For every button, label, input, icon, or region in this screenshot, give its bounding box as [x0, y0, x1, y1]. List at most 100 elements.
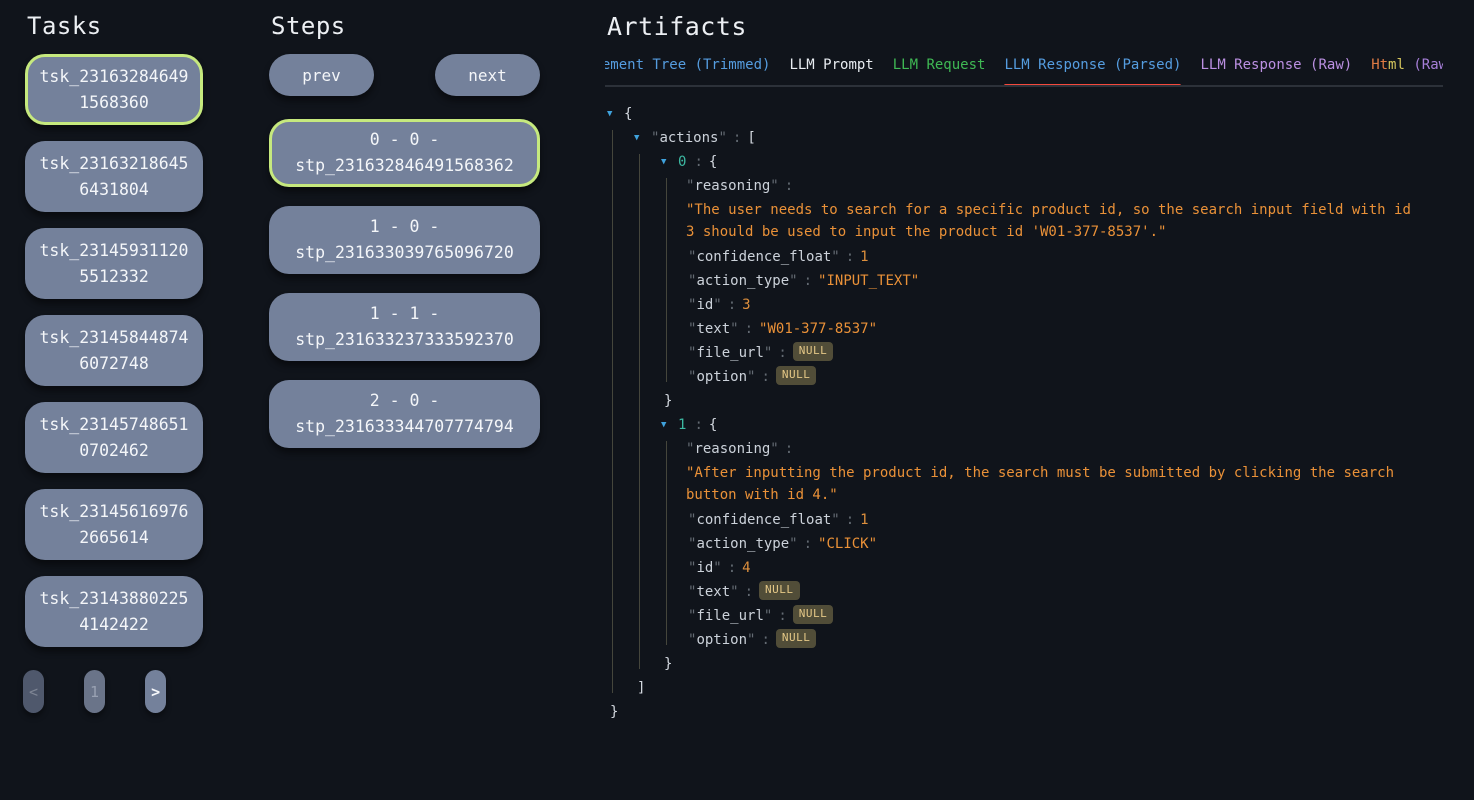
json-string-value: INPUT_TEXT [826, 271, 910, 291]
task-button[interactable]: tsk_231457486510702462 [25, 402, 203, 473]
collapse-toggle-icon[interactable]: ▼ [661, 415, 678, 435]
step-id: stp_231633237333592370 [295, 327, 514, 353]
json-children: ▼"actions":[ ▼0:{ "reasoning": "The user ne… [605, 128, 1443, 698]
artifacts-tabbar: Element Tree (Trimmed) LLM Prompt LLM Requ… [605, 57, 1443, 87]
json-string-value: CLICK [826, 534, 868, 554]
task-button[interactable]: tsk_231438802254142422 [25, 576, 203, 647]
tab-llm-request[interactable]: LLM Request [893, 57, 986, 85]
json-row: "file_url":NULL [686, 343, 1443, 363]
json-key: reasoning [694, 439, 770, 459]
step-prefix: 1 - 0 - [370, 214, 440, 240]
artifacts-panel: Artifacts Element Tree (Trimmed) LLM Prom… [605, 12, 1443, 726]
step-button[interactable]: 1 - 0 -stp_231633039765096720 [269, 206, 540, 274]
collapse-toggle-icon[interactable]: ▼ [661, 152, 678, 172]
json-key: actions [659, 128, 718, 148]
tab-html-raw[interactable]: Html (Raw) [1371, 57, 1443, 85]
json-array-index: 0 [678, 152, 688, 172]
json-string-value: W01-377-8537 [767, 319, 868, 339]
task-button[interactable]: tsk_231456169762665614 [25, 489, 203, 560]
json-row: "option":NULL [686, 630, 1443, 650]
json-key: file_url [696, 343, 763, 363]
step-prefix: 0 - 0 - [370, 127, 440, 153]
collapse-toggle-icon[interactable]: ▼ [634, 128, 651, 148]
step-id: stp_231633039765096720 [295, 240, 514, 266]
json-row: "action_type":"CLICK" [686, 534, 1443, 554]
json-key: file_url [696, 606, 763, 626]
json-row: ▼0:{ [659, 152, 1443, 172]
step-id: stp_231632846491568362 [295, 153, 514, 179]
tab-llm-response-raw[interactable]: LLM Response (Raw) [1200, 57, 1352, 85]
json-row: ▼1:{ [659, 415, 1443, 435]
tab-llm-prompt[interactable]: LLM Prompt [789, 57, 873, 85]
json-key: action_type [696, 271, 789, 291]
json-number-value: 1 [860, 510, 868, 530]
tab-label-segment: ml [1388, 57, 1405, 73]
json-row: "text":NULL [686, 582, 1443, 602]
json-string-value: "The user needs to search for a specific… [686, 199, 1412, 243]
json-key-line: "reasoning": [686, 176, 1443, 196]
json-key: id [696, 558, 713, 578]
pagination-next-button[interactable]: > [145, 670, 166, 713]
json-field: "reasoning": "After inputting the product… [686, 439, 1443, 506]
json-string-value: "After inputting the product id, the sea… [686, 462, 1412, 506]
tab-label-segment: (Raw) [1405, 57, 1443, 73]
tasks-title: Tasks [27, 12, 203, 40]
step-button[interactable]: 0 - 0 -stp_231632846491568362 [269, 119, 540, 187]
steps-nav: prev next [269, 54, 540, 96]
json-row: ▼"actions":[ [632, 128, 1443, 148]
json-row: "option":NULL [686, 367, 1443, 387]
tasks-panel: Tasks tsk_231632846491568360 tsk_23163218… [25, 12, 203, 713]
json-number-value: 1 [860, 247, 868, 267]
json-key: option [696, 630, 747, 650]
next-step-button[interactable]: next [435, 54, 540, 96]
task-button[interactable]: tsk_231632846491568360 [25, 54, 203, 125]
artifacts-title: Artifacts [607, 12, 1443, 41]
json-viewer: ▼{▼"actions":[▼0:{"reasoning":"The user … [605, 104, 1443, 722]
json-row: "id":4 [686, 558, 1443, 578]
json-field: "reasoning": "The user needs to search fo… [686, 176, 1443, 243]
step-prefix: 1 - 1 - [370, 301, 440, 327]
json-close-row: } [605, 702, 1443, 722]
json-row: "confidence_float":1 [686, 510, 1443, 530]
task-button[interactable]: tsk_231458448746072748 [25, 315, 203, 386]
json-key: confidence_float [696, 510, 831, 530]
step-button[interactable]: 1 - 1 -stp_231633237333592370 [269, 293, 540, 361]
json-key: confidence_float [696, 247, 831, 267]
json-key: action_type [696, 534, 789, 554]
json-key: id [696, 295, 713, 315]
json-null-badge: NULL [793, 605, 834, 624]
json-row: "action_type":"INPUT_TEXT" [686, 271, 1443, 291]
json-row: "confidence_float":1 [686, 247, 1443, 267]
collapse-toggle-icon[interactable]: ▼ [607, 104, 624, 124]
task-list: tsk_231632846491568360 tsk_23163218645643… [25, 54, 203, 647]
json-null-badge: NULL [776, 629, 817, 648]
json-close-row: } [659, 654, 1443, 674]
json-children: "reasoning": "After inputting the product… [659, 439, 1443, 650]
tab-label-segment: Ht [1371, 57, 1388, 73]
step-list: 0 - 0 -stp_2316328464915683621 - 0 -stp_… [269, 119, 540, 448]
json-close-row: } [659, 391, 1443, 411]
prev-step-button[interactable]: prev [269, 54, 374, 96]
task-button[interactable]: tsk_231632186456431804 [25, 141, 203, 212]
json-number-value: 4 [742, 558, 750, 578]
json-row: "file_url":NULL [686, 606, 1443, 626]
json-key: reasoning [694, 176, 770, 196]
step-button[interactable]: 2 - 0 -stp_231633344707774794 [269, 380, 540, 448]
json-number-value: 3 [742, 295, 750, 315]
json-key: text [696, 319, 730, 339]
step-prefix: 2 - 0 - [370, 388, 440, 414]
json-row: "text":"W01-377-8537" [686, 319, 1443, 339]
json-null-badge: NULL [759, 581, 800, 600]
json-null-badge: NULL [793, 342, 834, 361]
tab-element-tree-trimmed[interactable]: Element Tree (Trimmed) [605, 57, 770, 85]
steps-title: Steps [271, 12, 540, 40]
json-key-line: "reasoning": [686, 439, 1443, 459]
step-id: stp_231633344707774794 [295, 414, 514, 440]
json-row: "id":3 [686, 295, 1443, 315]
json-children: ▼0:{ "reasoning": "The user needs to searc… [632, 152, 1443, 674]
tab-llm-response-parsed[interactable]: LLM Response (Parsed) [1004, 57, 1181, 85]
json-key: option [696, 367, 747, 387]
pagination-page-button[interactable]: 1 [84, 670, 105, 713]
pagination-prev-button[interactable]: < [23, 670, 44, 713]
task-button[interactable]: tsk_231459311205512332 [25, 228, 203, 299]
